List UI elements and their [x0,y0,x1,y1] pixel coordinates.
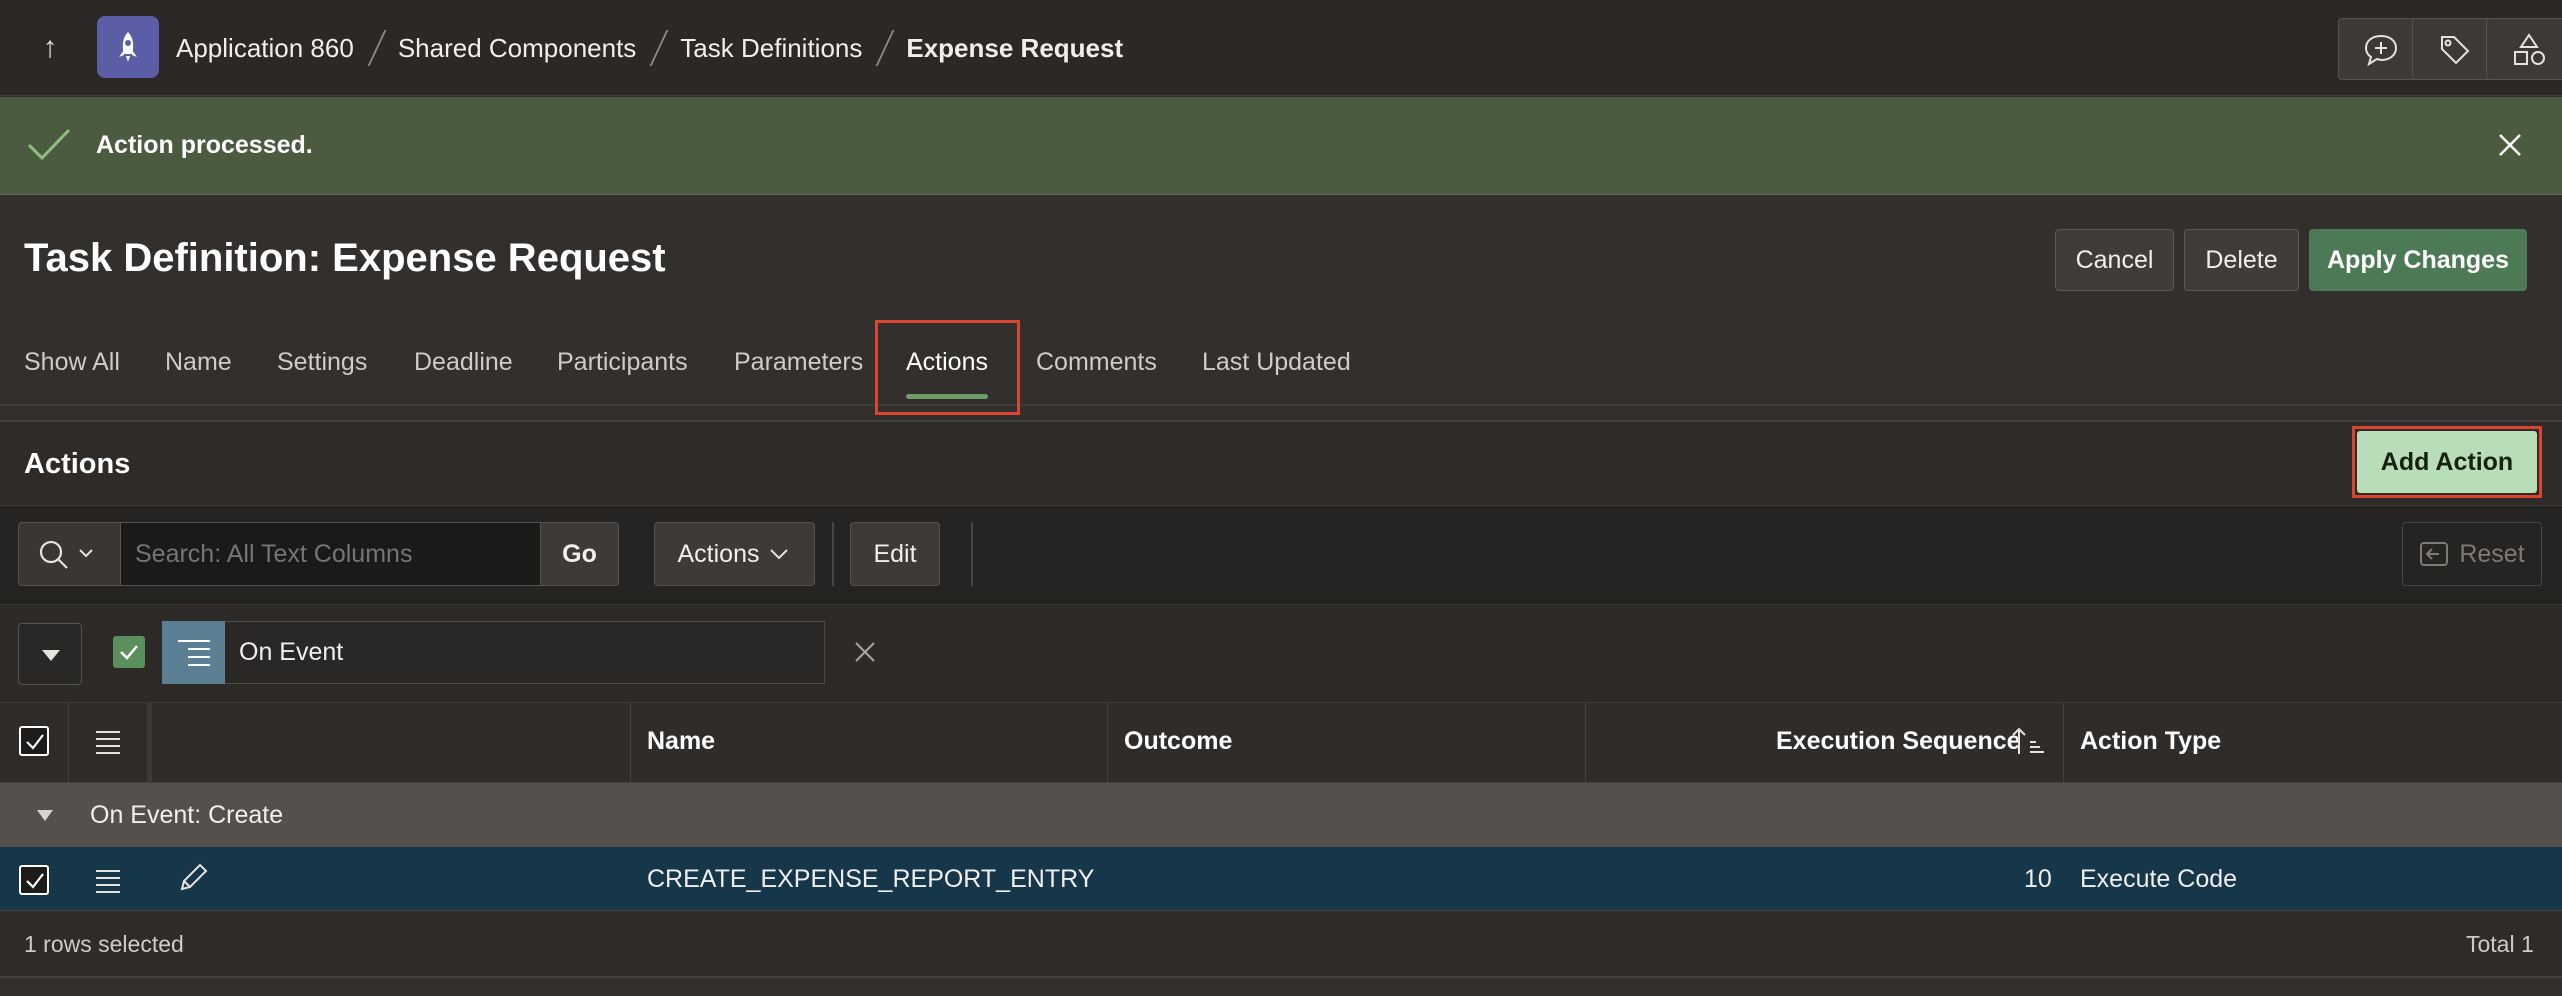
sort-ascending-icon [2012,727,2044,754]
filter-label[interactable]: On Event [225,621,825,684]
breadcrumb-separator [649,30,669,66]
caret-down-icon [42,650,60,661]
actions-menu-label: Actions [677,539,760,568]
close-icon[interactable] [853,640,877,664]
breadcrumb: Application 860 Shared Components Task D… [176,30,1123,66]
search-column-menu[interactable] [18,522,121,586]
column-header-execution-sequence[interactable]: Execution Sequence [1776,727,2021,756]
check-icon [27,128,71,161]
banner-message: Action processed. [96,131,313,159]
delete-button[interactable]: Delete [2184,229,2299,291]
breadcrumb-task-definitions[interactable]: Task Definitions [680,33,862,64]
tab-name[interactable]: Name [165,348,232,377]
tag-button[interactable] [2412,18,2496,80]
up-arrow-icon[interactable]: ↑ [30,28,70,68]
header-row-menu-icon[interactable] [96,731,120,759]
region-title: Actions [24,448,131,480]
column-header-outcome[interactable]: Outcome [1124,727,1232,756]
edit-button[interactable]: Edit [850,522,940,586]
reset-button[interactable]: Reset [2402,522,2542,586]
tab-parameters[interactable]: Parameters [734,348,863,377]
reset-icon [2420,542,2449,566]
row-select-checkbox[interactable] [19,865,49,895]
control-break-row[interactable] [0,783,2562,847]
cell-action-type[interactable]: Execute Code [2080,865,2237,894]
breadcrumb-shared-components[interactable]: Shared Components [398,33,636,64]
search-icon [39,540,93,569]
breadcrumb-current: Expense Request [906,32,1124,63]
filter-lines-icon [178,640,210,666]
actions-menu-button[interactable]: Actions [654,522,815,586]
cancel-button[interactable]: Cancel [2055,229,2174,291]
row-actions-menu-icon[interactable] [96,870,120,898]
success-banner: Action processed. [0,97,2562,195]
grid-footer [0,910,2562,976]
top-bar: ↑ Application 860 Shared Components Task… [0,0,2562,96]
collapse-filters-button[interactable] [18,623,82,685]
column-header-action-type[interactable]: Action Type [2080,727,2221,756]
breadcrumb-application[interactable]: Application 860 [176,33,354,64]
shapes-button[interactable] [2486,18,2562,80]
go-button[interactable]: Go [540,522,619,586]
toolbar-separator [832,522,834,586]
tab-last-updated[interactable]: Last Updated [1202,348,1351,377]
cell-execution-sequence[interactable]: 10 [2024,865,2052,894]
comment-add-button[interactable] [2338,18,2422,80]
control-break-icon-box [162,621,225,684]
check-icon [26,873,44,889]
actions-tab-highlight [875,320,1020,415]
apply-changes-button[interactable]: Apply Changes [2309,229,2527,291]
tab-comments[interactable]: Comments [1036,348,1157,377]
tab-participants[interactable]: Participants [557,348,688,377]
tag-icon [2441,36,2470,65]
check-icon [120,645,138,660]
search-input[interactable] [121,522,541,586]
reset-label: Reset [2459,539,2525,568]
filter-enabled-checkbox[interactable] [113,636,145,668]
tab-show-all[interactable]: Show All [24,348,120,377]
select-all-checkbox[interactable] [19,726,49,756]
app-rocket-icon[interactable] [97,16,159,78]
chevron-down-icon [79,549,93,558]
tab-bar: Show All Name Settings Deadline Particip… [0,336,2562,406]
tab-deadline[interactable]: Deadline [414,348,513,377]
selection-count: 1 rows selected [24,931,184,957]
comment-add-icon [2364,34,2398,67]
close-icon[interactable] [2494,129,2526,161]
check-icon [26,734,44,750]
total-count: Total 1 [2466,931,2534,957]
region-bottom-edge [0,976,2562,996]
add-action-highlight [2352,426,2542,498]
caret-down-icon[interactable] [37,810,53,821]
page-title: Task Definition: Expense Request [24,236,666,280]
control-break-label: On Event: Create [90,801,284,829]
column-header-name[interactable]: Name [647,727,715,756]
breadcrumb-separator [875,30,895,66]
chevron-down-icon [770,549,789,560]
tab-settings[interactable]: Settings [277,348,367,377]
pencil-icon[interactable] [176,861,210,895]
shapes-icon [2514,33,2545,65]
toolbar-separator [971,522,973,586]
breadcrumb-separator [367,30,387,66]
cell-name[interactable]: CREATE_EXPENSE_REPORT_ENTRY [647,865,1094,894]
